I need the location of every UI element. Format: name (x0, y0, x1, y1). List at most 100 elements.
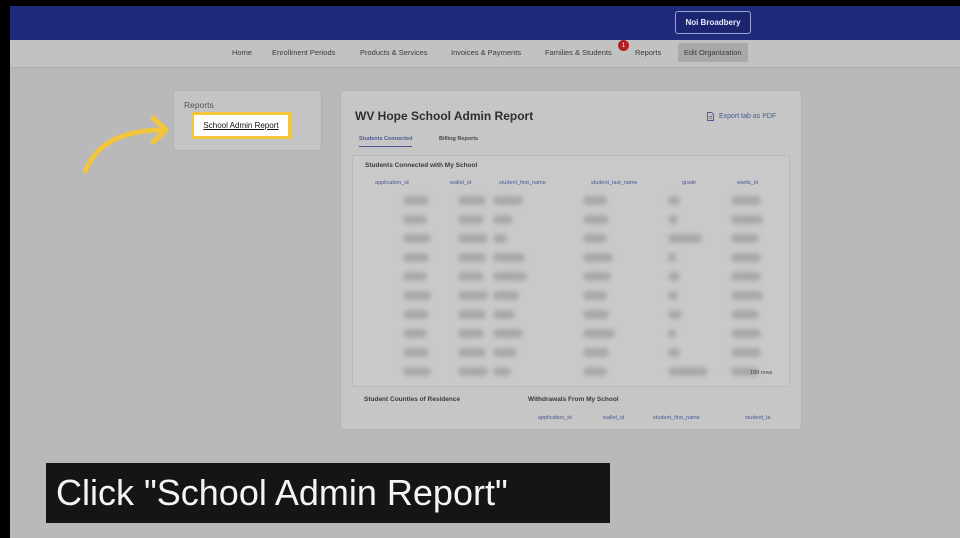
redacted-cell (668, 215, 678, 224)
redacted-cell (403, 234, 431, 243)
nav-edit-organization[interactable]: Edit Organization (678, 43, 748, 62)
redacted-cell (493, 253, 525, 262)
column-header[interactable]: application_id (375, 180, 409, 186)
column-header[interactable]: application_id (538, 415, 572, 421)
redacted-cell (458, 291, 488, 300)
redacted-cell (583, 348, 609, 357)
column-header[interactable]: student_first_name (653, 415, 700, 421)
redacted-cell (668, 272, 680, 281)
redacted-cell (458, 272, 484, 281)
students-connected-table: Students Connected with My School applic… (352, 155, 790, 387)
reports-sidebar: Reports School Admin Report (173, 90, 322, 151)
instruction-caption: Click "School Admin Report" (46, 463, 610, 523)
redacted-cell (458, 215, 484, 224)
redacted-cell (458, 253, 486, 262)
redacted-cell (493, 310, 515, 319)
redacted-cell (731, 196, 761, 205)
column-header[interactable]: wallet_id (603, 415, 624, 421)
redacted-cell (731, 272, 761, 281)
redacted-cell (731, 310, 759, 319)
nav-families-students[interactable]: Families & Students (545, 48, 612, 57)
top-bar: Noi Broadbery (10, 6, 960, 40)
school-admin-report-link[interactable]: School Admin Report (191, 112, 291, 139)
column-header[interactable]: student_la (745, 415, 770, 421)
redacted-cell (668, 253, 676, 262)
redacted-cell (731, 348, 761, 357)
counties-panel: Student Counties of Residence (352, 391, 512, 427)
redacted-cell (731, 291, 763, 300)
app-frame: Noi Broadbery Home Enrollment Periods Pr… (10, 6, 960, 538)
redacted-cell (668, 329, 676, 338)
redacted-cell (583, 329, 615, 338)
table-title: Students Connected with My School (365, 162, 478, 169)
redacted-cell (731, 215, 763, 224)
redacted-cell (403, 196, 429, 205)
redacted-cell (493, 234, 507, 243)
redacted-cell (403, 348, 429, 357)
redacted-cell (403, 329, 427, 338)
export-pdf-button[interactable]: Export tab as PDF (707, 112, 776, 121)
redacted-cell (403, 215, 427, 224)
tab-students-connected[interactable]: Students Connected (359, 136, 413, 147)
redacted-cell (458, 329, 484, 338)
redacted-cell (493, 367, 511, 376)
column-header[interactable]: wallet_id (450, 180, 471, 186)
redacted-cell (583, 367, 607, 376)
curved-arrow-icon (82, 115, 169, 174)
withdrawals-panel: Withdrawals From My School application_i… (518, 391, 790, 427)
redacted-cell (493, 348, 517, 357)
report-card: WV Hope School Admin Report Export tab a… (340, 90, 802, 430)
column-header[interactable]: student_first_name (499, 180, 546, 186)
redacted-cell (668, 196, 680, 205)
column-header[interactable]: wwds_id (737, 180, 758, 186)
reports-badge: 1 (618, 40, 629, 51)
redacted-cell (731, 253, 761, 262)
redacted-cell (493, 215, 513, 224)
column-header[interactable]: student_last_name (591, 180, 637, 186)
redacted-cell (731, 234, 759, 243)
redacted-cell (583, 272, 611, 281)
redacted-cell (493, 196, 523, 205)
redacted-cell (403, 253, 429, 262)
nav-home[interactable]: Home (232, 48, 252, 57)
nav-invoices-payments[interactable]: Invoices & Payments (451, 48, 521, 57)
redacted-cell (458, 367, 488, 376)
row-count: 199 rows (750, 370, 773, 376)
redacted-cell (403, 310, 429, 319)
redacted-cell (458, 234, 488, 243)
document-icon (707, 112, 714, 121)
redacted-cell (458, 196, 486, 205)
redacted-cell (458, 310, 486, 319)
user-menu-button[interactable]: Noi Broadbery (675, 11, 751, 34)
redacted-cell (458, 348, 486, 357)
redacted-cell (493, 329, 523, 338)
nav-enrollment-periods[interactable]: Enrollment Periods (272, 48, 335, 57)
redacted-cell (668, 234, 702, 243)
redacted-cell (583, 215, 609, 224)
nav-reports[interactable]: Reports (635, 48, 661, 57)
redacted-cell (668, 348, 680, 357)
redacted-cell (493, 272, 527, 281)
column-header[interactable]: grade (682, 180, 696, 186)
redacted-cell (583, 196, 607, 205)
redacted-cell (583, 234, 607, 243)
redacted-cell (403, 367, 431, 376)
redacted-cell (668, 367, 708, 376)
counties-title: Student Counties of Residence (364, 396, 461, 403)
redacted-cell (493, 291, 519, 300)
report-title: WV Hope School Admin Report (355, 109, 534, 123)
redacted-cell (583, 291, 607, 300)
redacted-cell (668, 291, 678, 300)
withdrawals-title: Withdrawals From My School (528, 396, 619, 403)
redacted-cell (731, 329, 761, 338)
redacted-cell (403, 291, 431, 300)
redacted-cell (583, 253, 613, 262)
export-pdf-label: Export tab as PDF (719, 113, 777, 120)
main-nav: Home Enrollment Periods Products & Servi… (10, 40, 960, 68)
nav-products-services[interactable]: Products & Services (360, 48, 428, 57)
redacted-cell (668, 310, 682, 319)
redacted-cell (583, 310, 609, 319)
sidebar-title: Reports (184, 100, 214, 110)
tab-billing-reports[interactable]: Billing Reports (439, 136, 478, 146)
redacted-cell (403, 272, 427, 281)
